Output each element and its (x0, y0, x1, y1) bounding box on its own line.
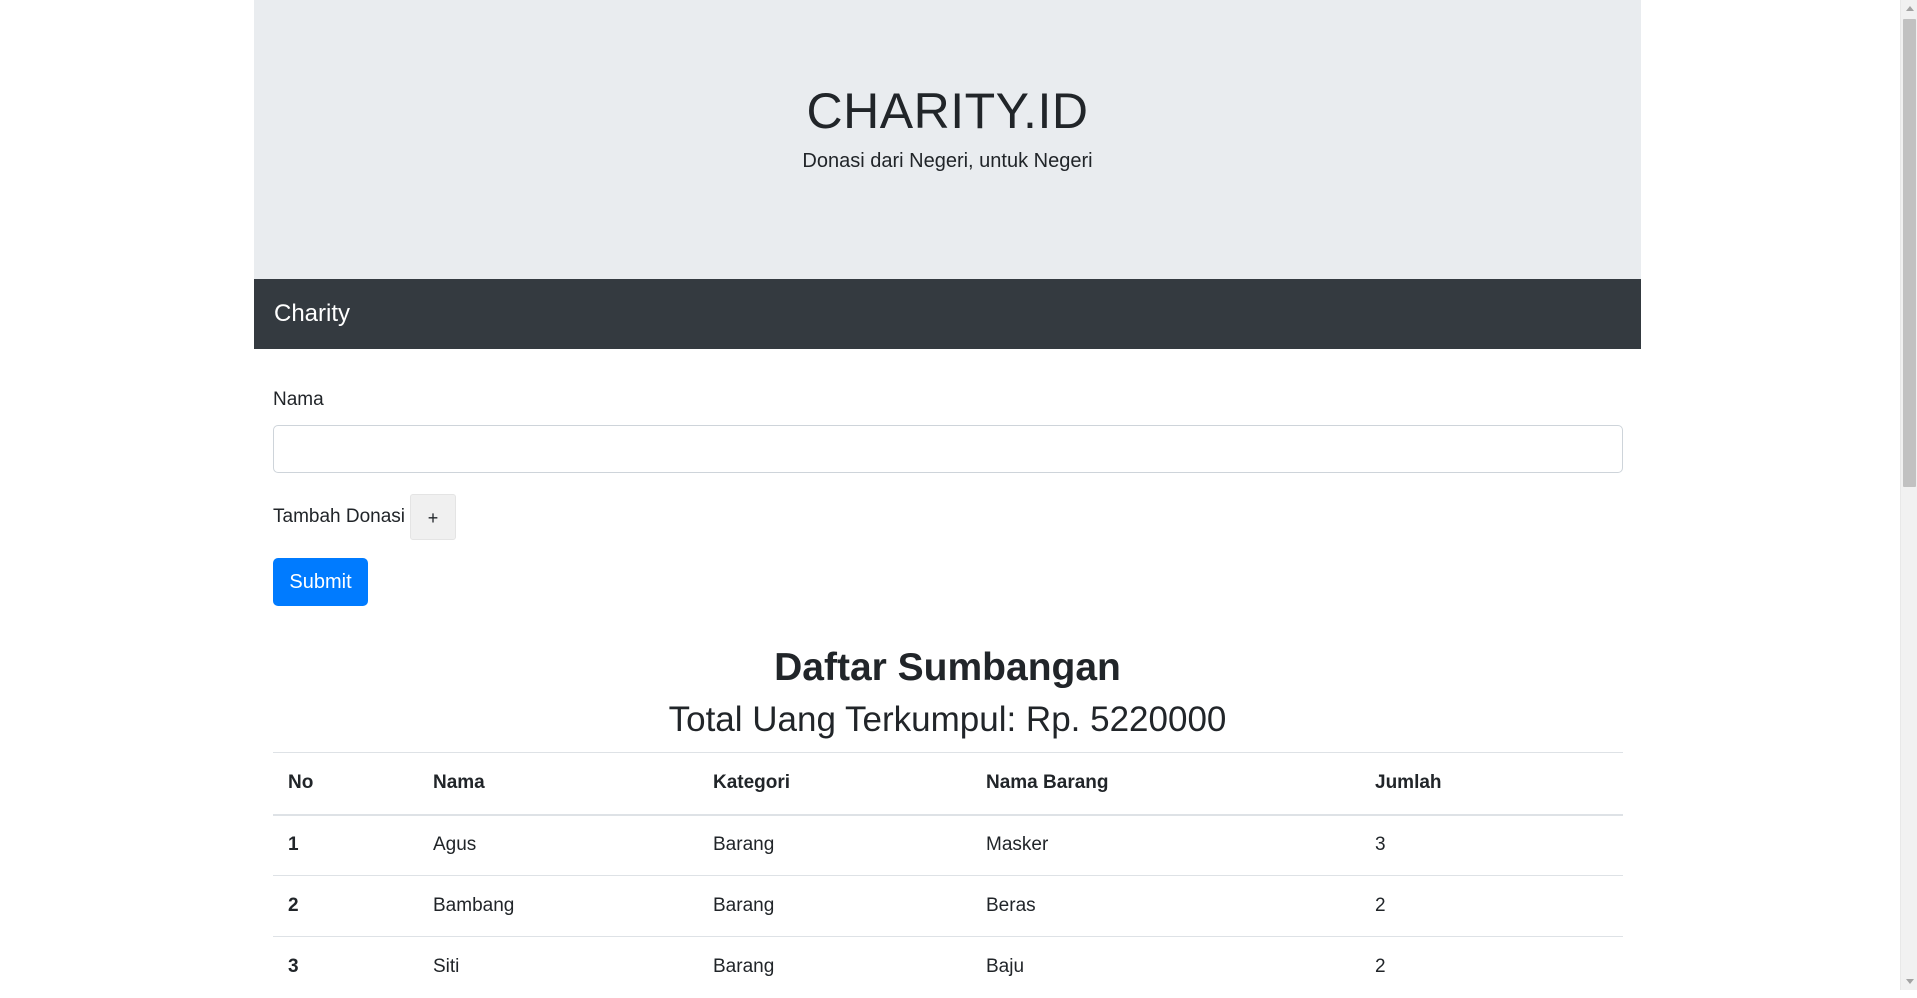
cell-jumlah: 2 (1360, 936, 1623, 998)
cell-no: 2 (273, 875, 418, 937)
site-title: CHARITY.ID (806, 83, 1089, 139)
cell-nama-barang: Masker (971, 814, 1360, 876)
table-row: 1 Agus Barang Masker 3 (273, 814, 1623, 876)
table-row: 3 Siti Barang Baju 2 (273, 936, 1623, 998)
scroll-up-arrow-icon[interactable] (1901, 0, 1917, 17)
submit-button[interactable]: Submit (273, 558, 368, 606)
cell-nama-barang: Baju (971, 936, 1360, 998)
navbar-brand-link[interactable]: Charity (274, 299, 350, 329)
total-money: Total Uang Terkumpul: Rp. 5220000 (668, 700, 1227, 739)
hero-banner: CHARITY.ID Donasi dari Negeri, untuk Neg… (254, 0, 1641, 279)
header-jumlah: Jumlah (1360, 752, 1623, 816)
cell-no: 3 (273, 936, 418, 998)
scroll-down-arrow-icon[interactable] (1901, 973, 1917, 990)
cell-jumlah: 2 (1360, 875, 1623, 937)
donation-form: Nama Tambah Donasi + Submit (273, 387, 1623, 606)
navbar: Charity (254, 279, 1641, 349)
table-body: 1 Agus Barang Masker 3 2 Bambang Barang … (273, 814, 1623, 998)
cell-nama-barang: Beras (971, 875, 1360, 937)
cell-kategori: Barang (698, 814, 971, 876)
cell-nama: Agus (418, 814, 698, 876)
header-no: No (273, 752, 418, 816)
page: CHARITY.ID Donasi dari Negeri, untuk Neg… (0, 0, 1917, 998)
cell-nama: Siti (418, 936, 698, 998)
header-nama: Nama (418, 752, 698, 816)
cell-no: 1 (273, 814, 418, 876)
main-container: CHARITY.ID Donasi dari Negeri, untuk Neg… (254, 0, 1641, 998)
list-heading: Daftar Sumbangan (774, 646, 1121, 689)
scrollbar-thumb[interactable] (1903, 19, 1916, 487)
header-kategori: Kategori (698, 752, 971, 816)
cell-jumlah: 3 (1360, 814, 1623, 876)
header-nama-barang: Nama Barang (971, 752, 1360, 816)
vertical-scrollbar[interactable] (1900, 0, 1917, 990)
donations-table: No Nama Kategori Nama Barang Jumlah 1 Ag… (273, 752, 1623, 998)
cell-kategori: Barang (698, 875, 971, 937)
add-donation-row: Tambah Donasi + (273, 493, 1622, 541)
cell-kategori: Barang (698, 936, 971, 998)
table-header-row: No Nama Kategori Nama Barang Jumlah (273, 752, 1623, 816)
add-donation-label: Tambah Donasi (273, 506, 406, 527)
table-row: 2 Bambang Barang Beras 2 (273, 875, 1623, 937)
add-donation-button[interactable]: + (410, 494, 457, 540)
name-input[interactable] (273, 425, 1623, 473)
content: Nama Tambah Donasi + Submit Daftar Sumba… (254, 387, 1641, 998)
site-tagline: Donasi dari Negeri, untuk Negeri (802, 150, 1093, 172)
name-label: Nama (273, 389, 324, 410)
summary-section: Daftar Sumbangan Total Uang Terkumpul: R… (273, 645, 1622, 742)
cell-nama: Bambang (418, 875, 698, 937)
table-head: No Nama Kategori Nama Barang Jumlah (273, 752, 1623, 816)
